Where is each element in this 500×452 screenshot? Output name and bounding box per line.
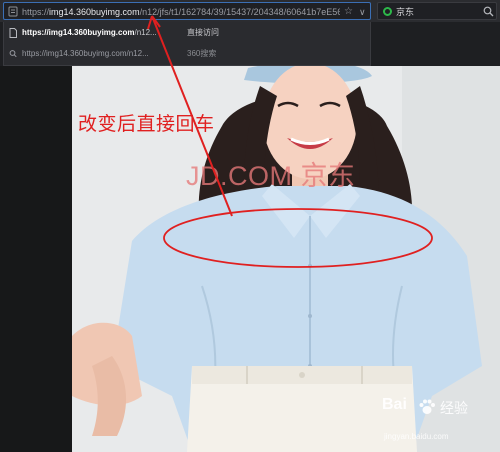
page-viewport: [0, 66, 500, 452]
url-scheme: https://: [22, 7, 50, 17]
star-icon[interactable]: ☆: [344, 5, 353, 19]
chevron-down-icon[interactable]: ∨: [359, 5, 366, 19]
url-host: img14.360buyimg.com: [49, 7, 140, 17]
annotation-text: 改变后直接回车: [78, 114, 215, 135]
search-query[interactable]: 京东: [396, 5, 414, 19]
paw-icon: [419, 399, 435, 414]
address-bar[interactable]: https://img14.360buyimg.com/n12/jfs/t1/1…: [3, 2, 371, 20]
suggestion-action-label: 360搜索: [187, 49, 217, 58]
page-icon: [9, 28, 17, 38]
search-box[interactable]: 京东: [377, 2, 497, 20]
search-icon[interactable]: [483, 6, 494, 17]
baidu-jingyan-watermark: Bai 经验 jingyan.baidu.com: [382, 396, 498, 450]
brand-suffix: 经验: [440, 400, 468, 416]
suggestion-url-rest: /n12...: [134, 28, 157, 37]
url-suggestion-dropdown: https://img14.360buyimg.com/n12... 直接访问 …: [3, 22, 371, 66]
page-info-icon[interactable]: [8, 6, 18, 17]
url-path: /n12/jfs/t1/162784/39/15437/204348/60641…: [139, 7, 340, 17]
suggestion-url: https://img14.360buyimg.com/n12...: [22, 49, 149, 58]
brand-domain: jingyan.baidu.com: [384, 432, 449, 441]
jd-watermark: JD.COM 京东: [186, 161, 356, 191]
suggestion-item-visit[interactable]: https://img14.360buyimg.com/n12... 直接访问: [4, 23, 370, 43]
brand-name: Bai: [382, 396, 407, 413]
suggestion-item-search[interactable]: https://img14.360buyimg.com/n12... 360搜索: [4, 44, 370, 64]
360-search-logo-icon: [383, 7, 392, 16]
suggestion-action-label: 直接访问: [187, 28, 219, 37]
search-icon: [9, 50, 17, 58]
browser-toolbar: https://img14.360buyimg.com/n12/jfs/t1/1…: [0, 0, 500, 22]
url-text[interactable]: https://img14.360buyimg.com/n12/jfs/t1/1…: [22, 5, 340, 19]
suggestion-url-bold: https://img14.360buyimg.com: [22, 28, 135, 37]
